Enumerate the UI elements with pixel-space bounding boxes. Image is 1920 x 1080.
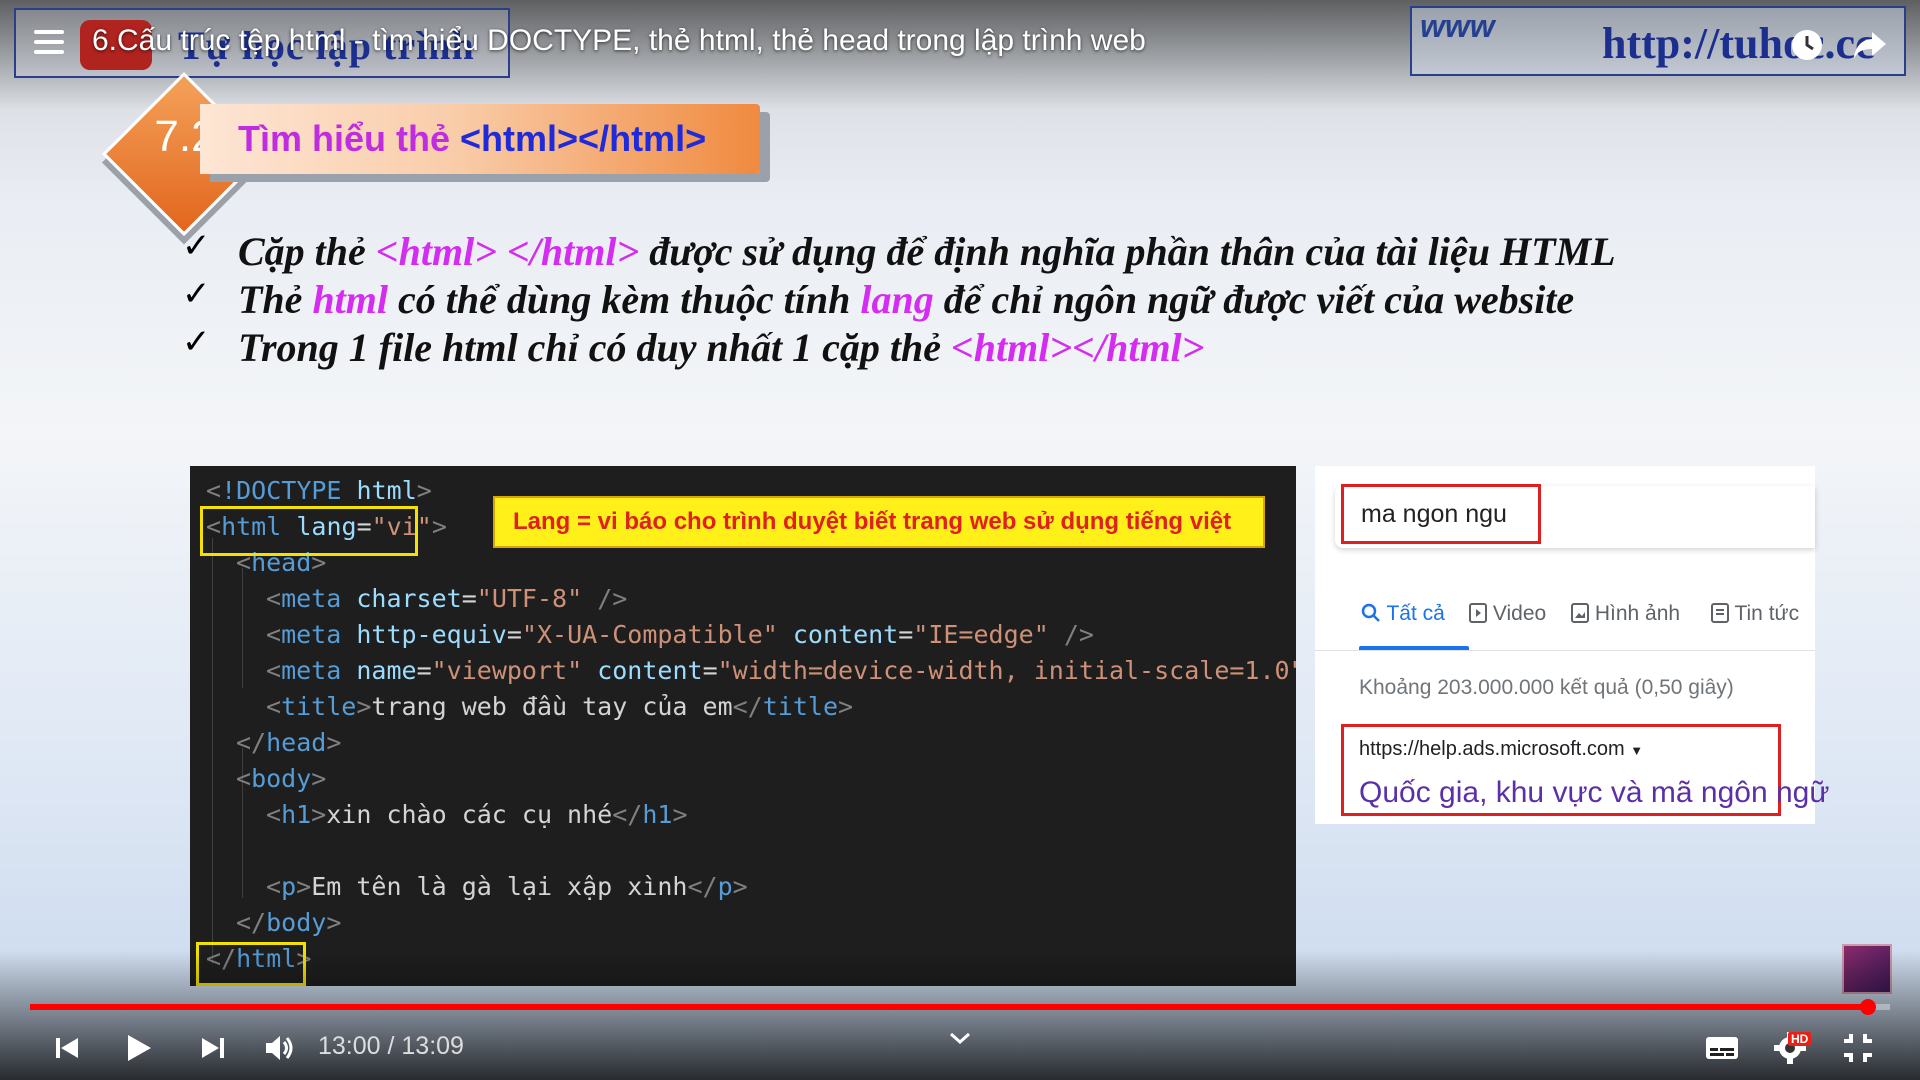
tab-label: Tin tức bbox=[1734, 602, 1800, 625]
code-line-body-open: <body> bbox=[236, 764, 327, 793]
tab-label: Video bbox=[1492, 602, 1547, 625]
tab-news: Tin tức bbox=[1711, 602, 1799, 626]
result-url-text: https://help.ads.microsoft.com bbox=[1359, 738, 1625, 760]
checkmark-icon: ✓ bbox=[182, 274, 211, 314]
bullet-text: Cặp thẻ bbox=[238, 229, 376, 274]
previous-icon[interactable] bbox=[50, 1030, 86, 1066]
lang-callout: Lang = vi báo cho trình duyệt biết trang… bbox=[493, 496, 1265, 548]
tab-label: Tất cả bbox=[1386, 602, 1445, 625]
image-icon bbox=[1571, 603, 1589, 623]
html-open-highlight bbox=[200, 506, 418, 556]
video-title[interactable]: 6.Cấu trúc tệp html - tìm hiểu DOCTYPE, … bbox=[92, 24, 1146, 58]
code-line-meta-charset: <meta charset="UTF-8" /> bbox=[266, 584, 628, 613]
video-icon bbox=[1469, 603, 1487, 623]
hd-badge: HD bbox=[1788, 1032, 1812, 1046]
bullet-text: để chỉ ngôn ngữ được viết của website bbox=[933, 277, 1575, 322]
tab-images: Hình ảnh bbox=[1571, 602, 1680, 626]
watch-later-icon[interactable] bbox=[1790, 28, 1824, 62]
checkmark-icon: ✓ bbox=[182, 322, 211, 362]
result-title: Quốc gia, khu vực và mã ngôn ngữ bbox=[1359, 776, 1830, 809]
url-watermark-prefix: www bbox=[1420, 8, 1495, 44]
code-line-body-close: </body> bbox=[236, 908, 342, 937]
section-title-tag: <html></html> bbox=[460, 118, 707, 159]
bullet-text: có thể dùng kèm thuộc tính bbox=[388, 277, 861, 322]
share-icon[interactable] bbox=[1852, 28, 1888, 62]
tab-all: Tất cả bbox=[1361, 602, 1445, 626]
code-line-doctype: <!DOCTYPE html> bbox=[206, 476, 432, 505]
section-title-prefix: Tìm hiểu thẻ bbox=[238, 118, 461, 159]
bullet-highlight: <html></html> bbox=[951, 325, 1205, 370]
indent-guide bbox=[212, 538, 213, 964]
chevron-down-icon[interactable] bbox=[948, 1030, 972, 1046]
section-title: Tìm hiểu thẻ <html></html> bbox=[238, 118, 706, 160]
play-icon[interactable] bbox=[120, 1030, 156, 1066]
checkmark-icon: ✓ bbox=[182, 226, 211, 266]
menu-icon[interactable] bbox=[34, 30, 64, 60]
news-icon bbox=[1711, 603, 1729, 623]
time-display: 13:00 / 13:09 bbox=[318, 1032, 464, 1060]
bullet-text: Thẻ bbox=[238, 277, 313, 322]
url-watermark: http://tuhoc.cc bbox=[1602, 19, 1875, 68]
result-stats: Khoảng 203.000.000 kết quả (0,50 giây) bbox=[1359, 676, 1734, 699]
code-line-p: <p>Em tên là gà lại xập xình</p> bbox=[266, 872, 748, 901]
progress-scrubber[interactable] bbox=[1860, 999, 1876, 1015]
search-icon bbox=[1361, 603, 1380, 622]
bullet-highlight: <html> </html> bbox=[375, 229, 640, 274]
code-line-meta-compat: <meta http-equiv="X-UA-Compatible" conte… bbox=[266, 620, 1094, 649]
code-line-title: <title>trang web đầu tay của em</title> bbox=[266, 692, 854, 721]
video-frame[interactable]: Tự học lập trình www http://tuhoc.cc 6.C… bbox=[0, 0, 1920, 1080]
tab-video: Video bbox=[1469, 602, 1546, 626]
bullet-text: Trong 1 file html chỉ có duy nhất 1 cặp … bbox=[238, 325, 951, 370]
search-query: ma ngon ngu bbox=[1361, 500, 1507, 528]
indent-guide bbox=[242, 568, 243, 688]
bullet-highlight: html bbox=[312, 277, 389, 322]
code-line-h1: <h1>xin chào các cụ nhé</h1> bbox=[266, 800, 688, 829]
next-icon[interactable] bbox=[194, 1030, 230, 1066]
bullet-highlight: lang bbox=[860, 277, 934, 322]
google-search-panel: ma ngon ngu Tất cả Video Hình ảnh Tin tứ… bbox=[1315, 466, 1829, 824]
exit-fullscreen-icon[interactable] bbox=[1840, 1030, 1876, 1066]
bullet-text: được sử dụng để định nghĩa phần thân của… bbox=[639, 229, 1616, 274]
tab-label: Hình ảnh bbox=[1594, 602, 1681, 625]
progress-played bbox=[30, 1004, 1868, 1010]
divider bbox=[1315, 650, 1815, 651]
subtitles-icon[interactable] bbox=[1704, 1030, 1740, 1066]
code-line-meta-viewport: <meta name="viewport" content="width=dev… bbox=[266, 656, 1296, 685]
result-url: https://help.ads.microsoft.com ▼ bbox=[1359, 738, 1643, 761]
dropdown-arrow-icon: ▼ bbox=[1630, 743, 1644, 758]
code-line-head-close: </head> bbox=[236, 728, 342, 757]
volume-icon[interactable] bbox=[262, 1030, 298, 1066]
